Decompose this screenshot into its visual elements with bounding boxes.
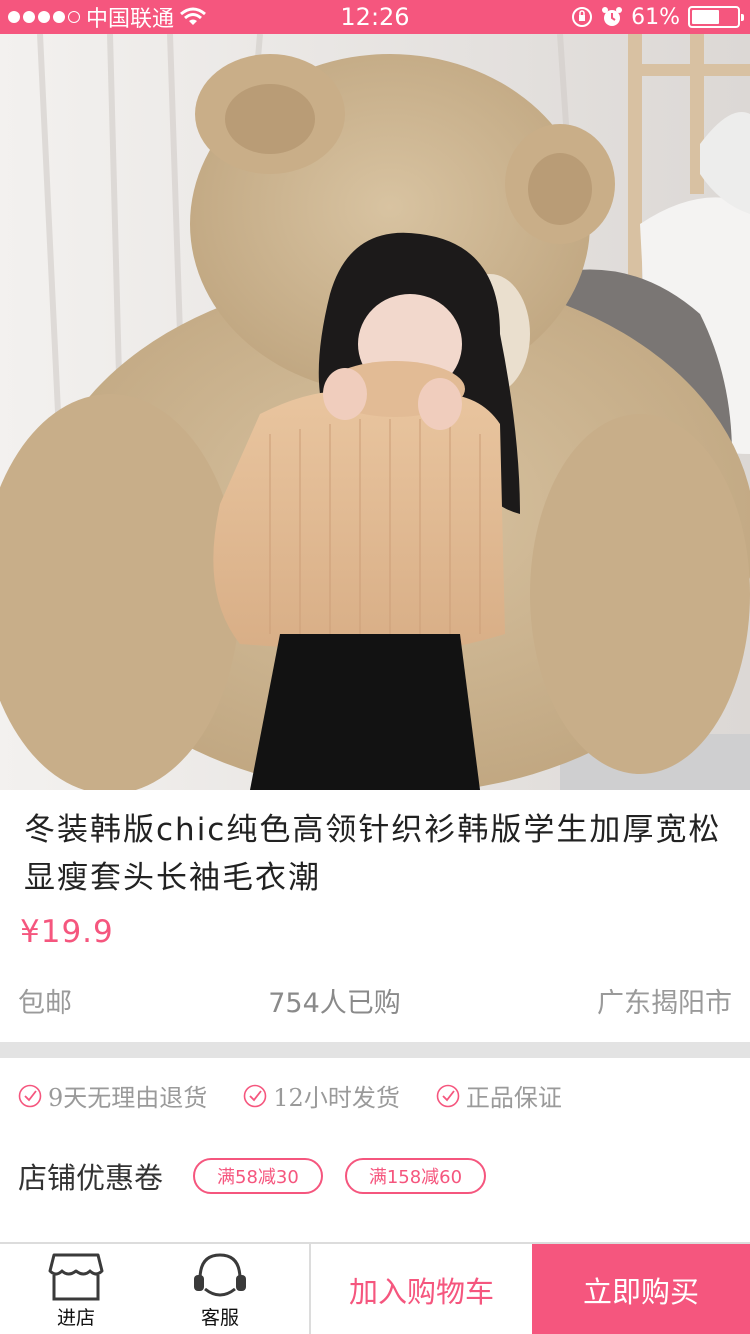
check-circle-icon — [243, 1084, 267, 1107]
status-left: 中国联通 — [8, 0, 206, 34]
check-circle-icon — [436, 1084, 460, 1107]
guarantee-label: 正品保证 — [465, 1084, 562, 1112]
section-divider — [0, 1042, 750, 1058]
bottom-action-bar: 进店 客服 加入购物车 立即购买 — [0, 1242, 750, 1334]
service-guarantees: 9天无理由退货 12小时发货 正品保证 — [18, 1078, 562, 1113]
wifi-icon — [180, 7, 206, 25]
status-bar: 中国联通 12:26 61% — [0, 0, 750, 34]
customer-service-button[interactable]: 客服 — [170, 1244, 270, 1334]
store-label: 进店 — [56, 1307, 95, 1329]
product-photo — [0, 34, 750, 790]
signal-dots-icon — [8, 11, 80, 23]
headset-icon — [194, 1253, 246, 1297]
guarantee-item: 9天无理由退货 — [18, 1078, 207, 1113]
battery-icon — [688, 6, 744, 28]
product-meta-row: 包邮 754人已购 广东揭阳市 — [18, 978, 732, 1022]
guarantee-item: 正品保证 — [436, 1078, 562, 1113]
check-circle-icon — [18, 1084, 42, 1107]
seller-location: 广东揭阳市 — [596, 987, 732, 1019]
carrier-name: 中国联通 — [86, 7, 175, 32]
coupon-button[interactable]: 满158减60 — [344, 1158, 487, 1194]
status-right: 61% — [571, 0, 744, 34]
store-coupons: 店铺优惠卷 满58减30 满158减60 — [18, 1155, 508, 1197]
battery-level — [692, 10, 719, 24]
battery-percent: 61% — [631, 4, 680, 30]
service-label: 客服 — [200, 1307, 239, 1329]
alarm-icon — [602, 7, 623, 26]
guarantee-label: 12小时发货 — [273, 1084, 400, 1112]
enter-store-button[interactable]: 进店 — [26, 1244, 126, 1334]
add-to-cart-button[interactable]: 加入购物车 — [311, 1244, 532, 1334]
guarantee-item: 12小时发货 — [243, 1078, 400, 1113]
coupon-section-label: 店铺优惠卷 — [18, 1161, 164, 1195]
product-title: 冬装韩版chic纯色高领针织衫韩版学生加厚宽松显瘦套头长袖毛衣潮 — [24, 812, 722, 896]
product-price: ¥19.9 — [20, 914, 114, 950]
guarantee-label: 9天无理由退货 — [48, 1084, 208, 1112]
buy-now-button[interactable]: 立即购买 — [532, 1244, 750, 1334]
sold-count: 754人已购 — [268, 987, 401, 1019]
store-icon — [48, 1253, 104, 1301]
product-image[interactable] — [0, 34, 750, 790]
coupon-button[interactable]: 满58减30 — [193, 1158, 323, 1194]
shipping-info: 包邮 — [18, 987, 72, 1019]
orientation-lock-icon — [572, 7, 593, 27]
